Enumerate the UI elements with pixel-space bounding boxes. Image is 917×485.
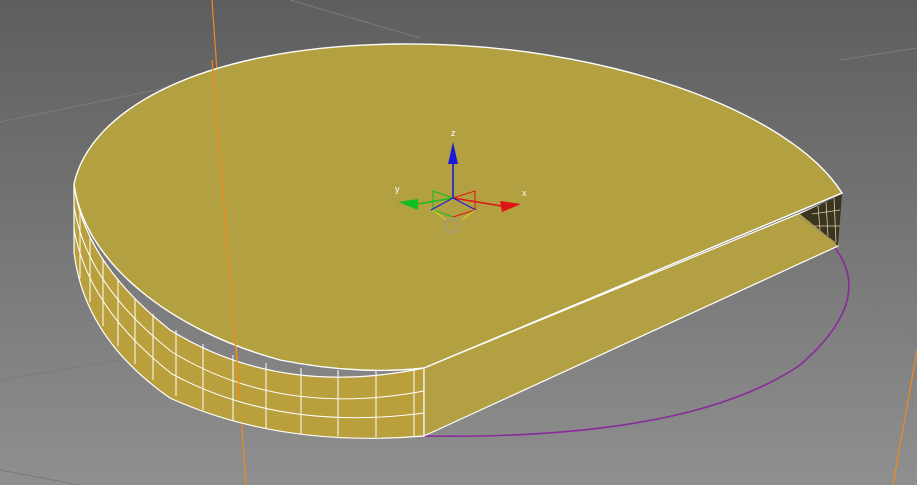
perspective-viewport[interactable]: z x y — [0, 0, 917, 485]
z-axis-label: z — [451, 128, 456, 138]
x-axis-label: x — [522, 188, 527, 198]
y-axis-label: y — [395, 184, 400, 194]
viewport-canvas[interactable]: z x y — [0, 0, 917, 485]
